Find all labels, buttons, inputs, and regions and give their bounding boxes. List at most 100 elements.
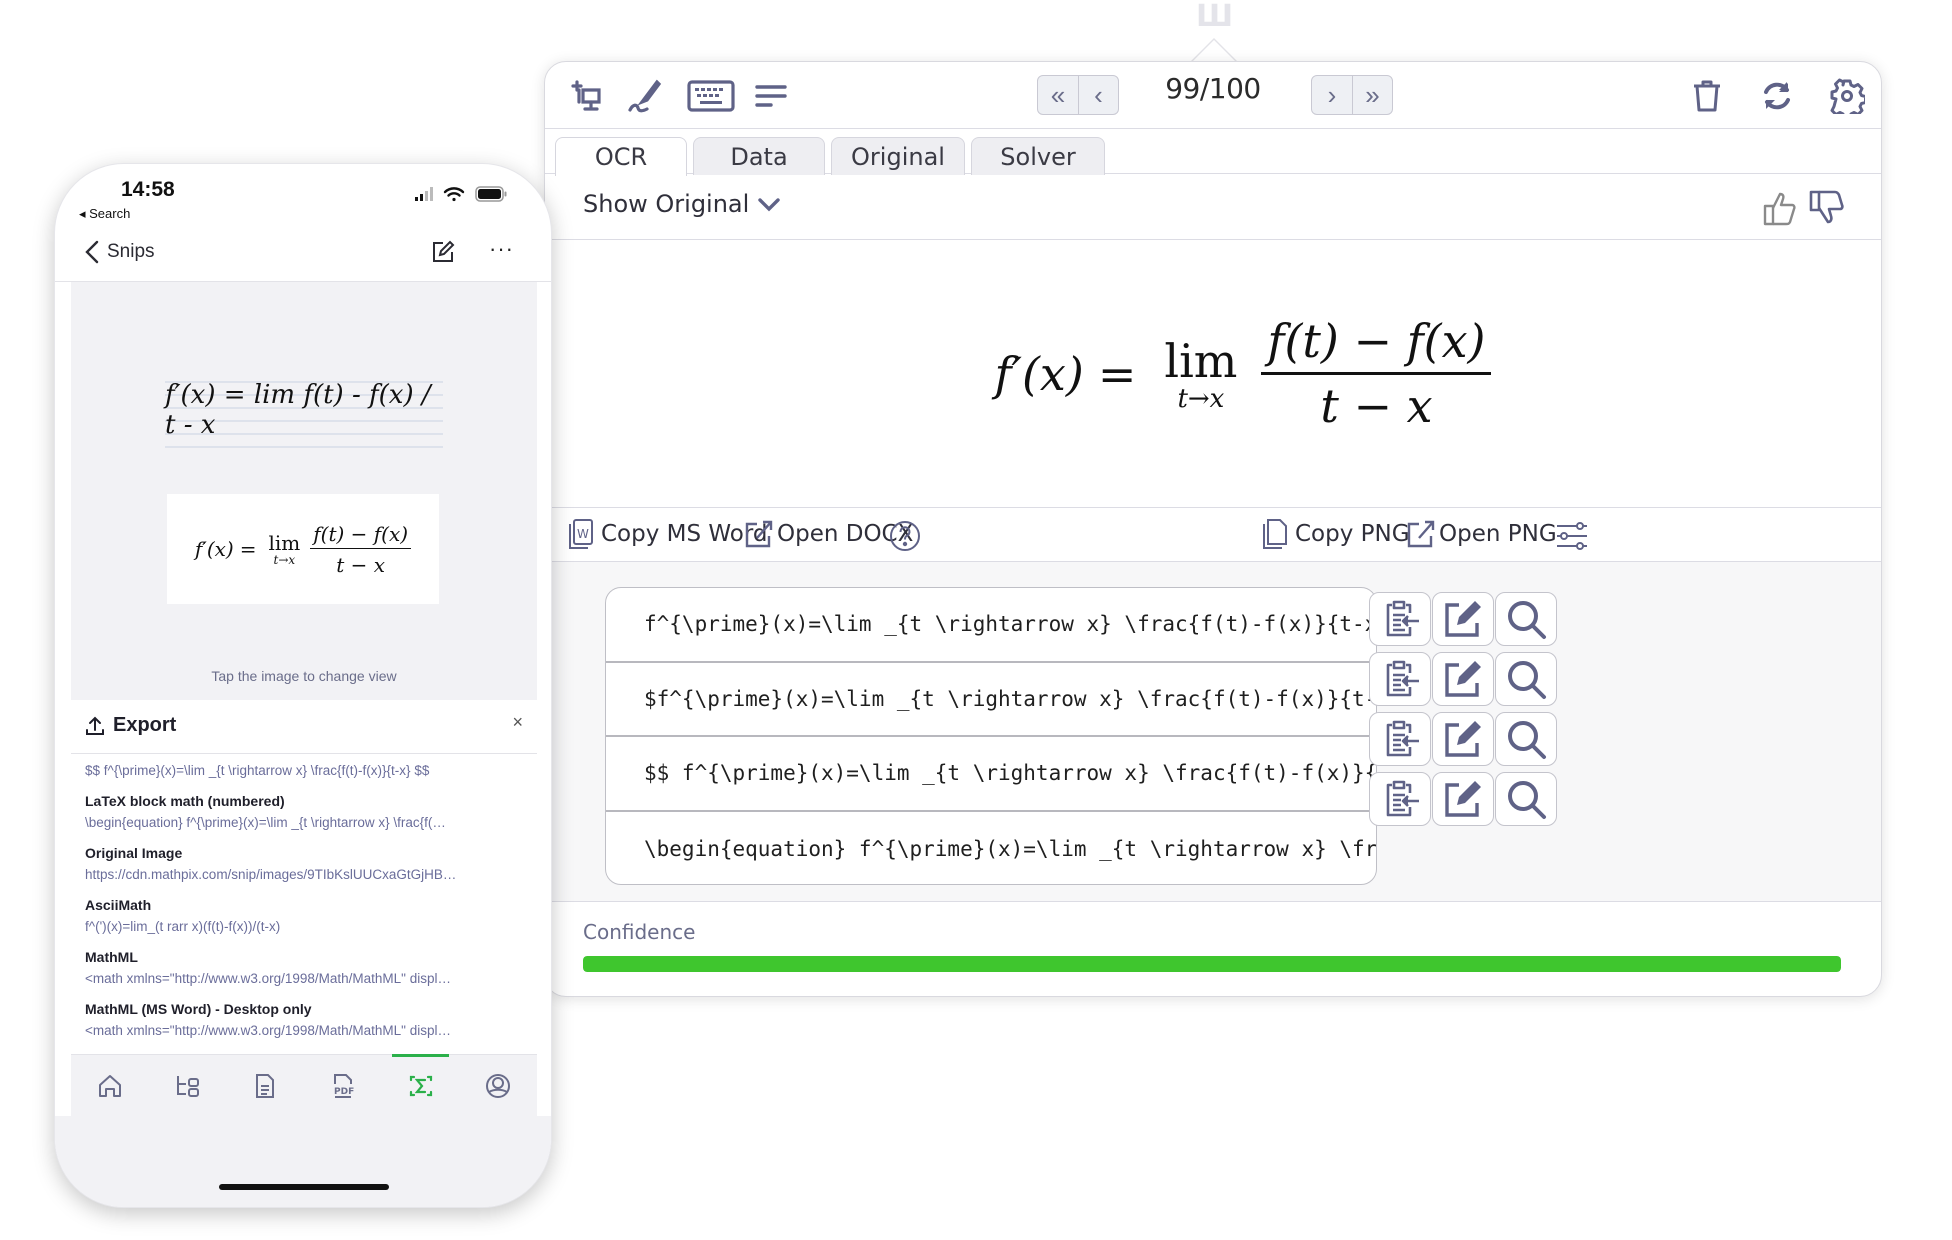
export-item[interactable]: Original Image https://cdn.mathpix.com/s… — [71, 842, 537, 886]
edit-button[interactable] — [1432, 772, 1494, 826]
next-page-button[interactable]: › — [1312, 76, 1352, 114]
menu-lines-icon — [755, 85, 787, 107]
chevron-down-icon — [758, 198, 781, 212]
export-item-name: MathML (MS Word) - Desktop only — [85, 1001, 312, 1017]
home-icon — [98, 1074, 121, 1097]
thumbs-down-icon[interactable] — [1807, 188, 1847, 228]
math-denominator: t − x — [336, 552, 386, 577]
delete-button[interactable] — [1685, 74, 1729, 118]
copy-ms-word-button[interactable]: W Copy MS Word — [567, 518, 768, 550]
nav-back-group: « ‹ — [1037, 75, 1119, 115]
open-docx-button[interactable]: Open DOCX — [743, 518, 913, 550]
confidence-bar-fill — [583, 956, 1841, 972]
pdf-icon: PDF — [333, 1073, 354, 1098]
refresh-button[interactable] — [1755, 74, 1799, 118]
rendered-equation-small: f′(x) = lim t→x f(t) − f(x) t − x — [167, 494, 439, 604]
tab-home[interactable] — [71, 1055, 149, 1116]
search-icon — [1508, 781, 1546, 819]
back-to-snips-button[interactable]: Snips — [85, 240, 155, 264]
search-button[interactable] — [1495, 592, 1557, 646]
copy-png-button[interactable]: Copy PNG — [1261, 518, 1410, 550]
thumbs-up-icon[interactable] — [1761, 188, 1801, 228]
tab-solver[interactable]: Solver — [971, 137, 1105, 175]
latex-format-row[interactable]: $f^{\prime}(x)=\lim _{t \rightarrow x} \… — [606, 663, 1376, 737]
first-page-button[interactable]: « — [1038, 76, 1078, 114]
math-numerator: f(t) − f(x) — [1261, 314, 1492, 375]
tap-hint: Tap the image to change view — [211, 668, 397, 684]
tab-data[interactable]: Data — [693, 137, 825, 175]
mathpix-logo: Ш — [1196, 0, 1234, 34]
toolbar: « ‹ 99/100 › » — [545, 62, 1881, 128]
last-page-button[interactable]: » — [1352, 76, 1392, 114]
search-button[interactable] — [1495, 772, 1557, 826]
snip-preview[interactable]: f′(x) = lim f(t) - f(x) / t - x f′(x) = … — [71, 282, 537, 700]
tab-documents[interactable] — [226, 1055, 304, 1116]
edit-icon[interactable] — [431, 240, 455, 264]
export-item[interactable]: MathML (MS Word) - Desktop only <math xm… — [71, 998, 537, 1042]
insert-button[interactable] — [1369, 592, 1431, 646]
tab-pdf[interactable]: PDF — [304, 1055, 382, 1116]
open-png-button[interactable]: Open PNG — [1405, 518, 1557, 550]
status-back-to-search[interactable]: ◂ Search — [79, 206, 130, 222]
show-original-toggle[interactable]: Show Original — [583, 190, 781, 218]
export-item[interactable]: AsciiMath f^(')(x)=lim_(t rarr x)(f(t)-f… — [71, 894, 537, 938]
search-button[interactable] — [1495, 712, 1557, 766]
external-link-icon — [745, 520, 773, 548]
math-lhs: f′(x) — [994, 346, 1084, 401]
more-options-button[interactable]: ··· — [489, 236, 514, 262]
open-png-label: Open PNG — [1439, 521, 1557, 547]
chevron-left-icon — [85, 240, 99, 264]
math-lim-word: lim — [1164, 333, 1238, 388]
insert-button[interactable] — [1369, 712, 1431, 766]
edit-button[interactable] — [1432, 652, 1494, 706]
edit-button[interactable] — [1432, 592, 1494, 646]
handwriting-icon — [628, 79, 662, 113]
bottom-tab-bar: PDF — [71, 1054, 537, 1116]
math-fraction: f(t) − f(x) t − x — [1261, 314, 1492, 433]
settings-button[interactable] — [1825, 74, 1869, 118]
insert-button[interactable] — [1369, 772, 1431, 826]
svg-text:W: W — [577, 527, 589, 541]
upload-icon — [86, 716, 104, 735]
export-item[interactable]: MathML <math xmlns="http://www.w3.org/19… — [71, 946, 537, 990]
tab-folders[interactable] — [149, 1055, 227, 1116]
export-header: Export × — [71, 700, 537, 754]
tab-profile[interactable] — [459, 1055, 537, 1116]
keyboard-button[interactable] — [683, 74, 739, 118]
math-lim-subscript: t→x — [273, 553, 296, 567]
sliders-icon[interactable] — [1555, 520, 1589, 552]
tab-snip[interactable] — [382, 1054, 460, 1116]
edit-button[interactable] — [1432, 712, 1494, 766]
latex-format-row[interactable]: f^{\prime}(x)=\lim _{t \rightarrow x} \f… — [606, 588, 1376, 663]
tab-ocr[interactable]: OCR — [555, 137, 687, 176]
sigma-snip-icon — [409, 1075, 432, 1096]
math-equals: = — [239, 537, 257, 561]
math-lim-word: lim — [268, 531, 301, 555]
export-item-name: LaTeX block math (numbered) — [85, 793, 285, 809]
latex-format-row[interactable]: \begin{equation} f^{\prime}(x)=\lim _{t … — [606, 812, 1376, 885]
tab-original[interactable]: Original — [831, 137, 965, 175]
page-counter: 99/100 — [1165, 72, 1261, 105]
export-item[interactable]: LaTeX block math (numbered) \begin{equat… — [71, 790, 537, 834]
close-export-button[interactable]: × — [512, 712, 523, 733]
menu-button[interactable] — [749, 74, 793, 118]
export-item-latex-display[interactable]: $$ f^{\prime}(x)=\lim _{t \rightarrow x}… — [71, 754, 537, 782]
copy-png-label: Copy PNG — [1295, 521, 1410, 547]
confidence-section: Confidence — [545, 902, 1881, 996]
latex-format-row[interactable]: $$ f^{\prime}(x)=\lim _{t \rightarrow x}… — [606, 737, 1376, 812]
signal-icon — [415, 187, 433, 201]
search-button[interactable] — [1495, 652, 1557, 706]
phone-bottom-area — [55, 1116, 551, 1207]
insert-button[interactable] — [1369, 652, 1431, 706]
gear-icon — [1830, 78, 1865, 114]
copy-icon — [1263, 519, 1287, 549]
math-fraction: f(t) − f(x) t − x — [310, 522, 412, 577]
help-icon[interactable] — [889, 520, 921, 552]
confidence-bar — [583, 956, 1841, 972]
screen-snip-button[interactable] — [567, 74, 611, 118]
prev-page-button[interactable]: ‹ — [1078, 76, 1118, 114]
search-icon — [1508, 721, 1546, 759]
document-icon — [256, 1073, 275, 1098]
rendered-math-area: f′(x) = lim t→x f(t) − f(x) t − x — [545, 240, 1881, 508]
handwriting-button[interactable] — [623, 74, 667, 118]
